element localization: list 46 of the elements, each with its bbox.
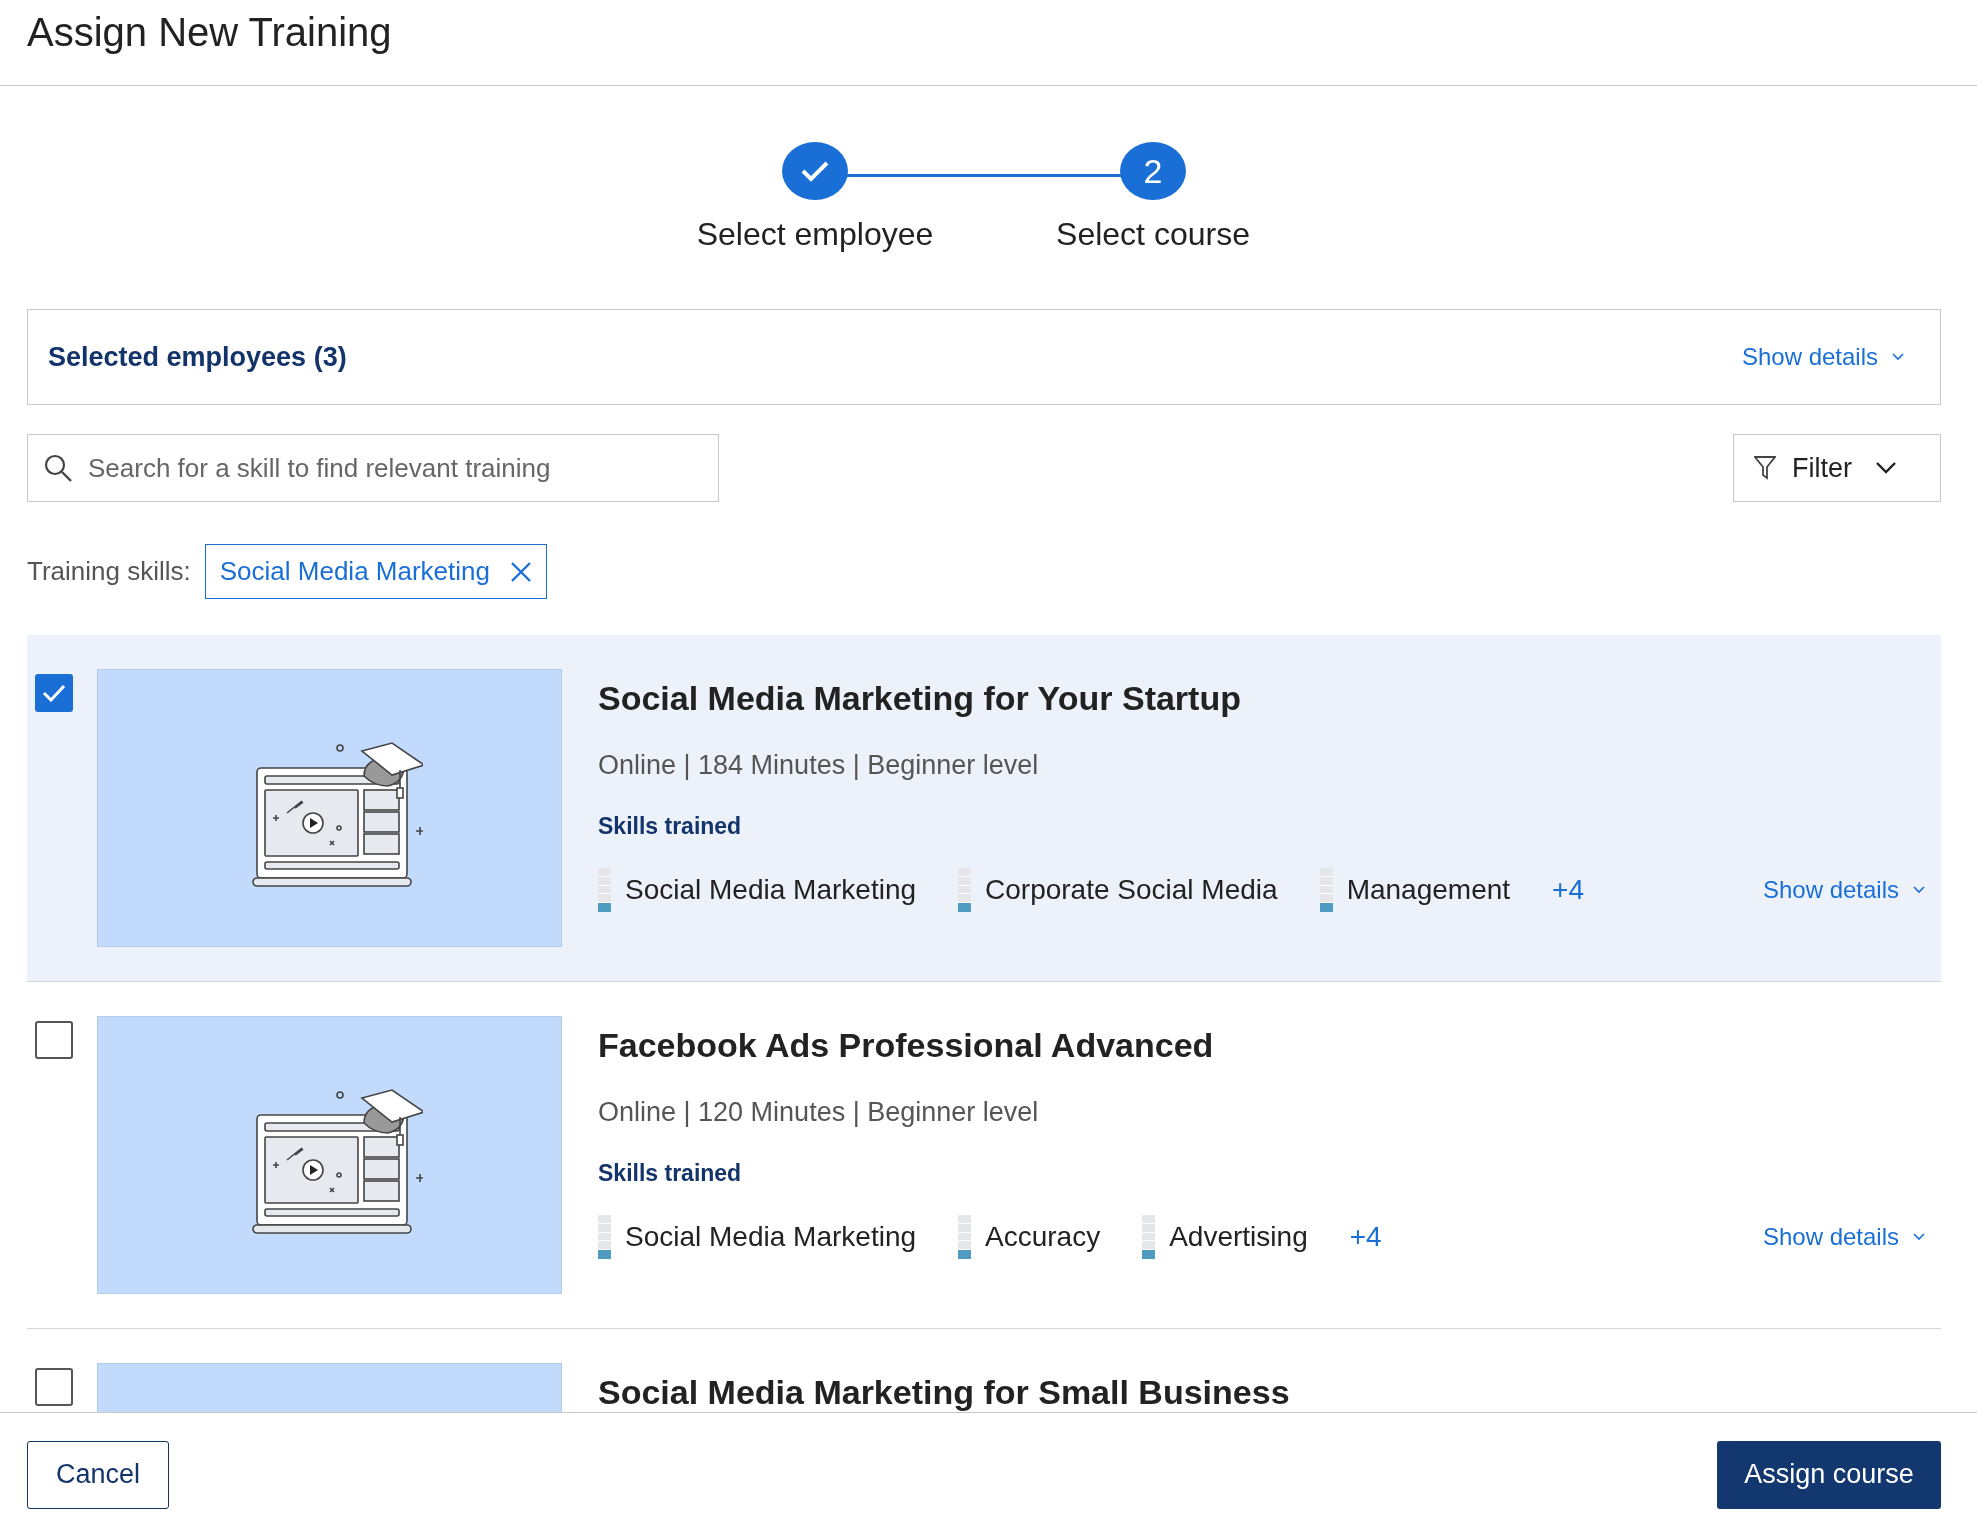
course-title: Facebook Ads Professional Advanced bbox=[598, 1026, 1215, 1065]
filter-icon bbox=[1754, 456, 1776, 480]
search-field[interactable]: Search for a skill to find relevant training bbox=[27, 434, 719, 502]
show-details-link[interactable]: Show details bbox=[1762, 1223, 1941, 1251]
skill-name: Management bbox=[1346, 874, 1511, 906]
skill-level-meter bbox=[1142, 1215, 1156, 1259]
course-meta: Online | 120 Minutes | Beginner level bbox=[598, 1097, 1040, 1128]
dialog-title: Assign New Training bbox=[27, 9, 393, 56]
skill-level-meter bbox=[958, 1215, 972, 1259]
chevron-down-icon bbox=[1876, 462, 1896, 474]
cancel-button[interactable]: Cancel bbox=[27, 1440, 169, 1509]
course-meta: Online | 184 Minutes | Beginner level bbox=[598, 750, 1040, 781]
skills-heading: Skills trained bbox=[598, 1160, 743, 1187]
assign-course-button[interactable]: Assign course bbox=[1717, 1440, 1941, 1509]
skill-level-meter bbox=[958, 868, 972, 912]
show-details-link[interactable]: Show details bbox=[1741, 343, 1904, 371]
training-skills-label: Training skills: bbox=[27, 556, 191, 587]
filter-dropdown[interactable]: Filter bbox=[1733, 434, 1941, 502]
skill-level-meter bbox=[598, 868, 611, 912]
course-title: Social Media Marketing for Your Startup bbox=[598, 679, 1242, 718]
panel-title: Selected employees (3) bbox=[48, 341, 347, 373]
step-label: Select course bbox=[1056, 216, 1250, 253]
course-checkbox[interactable] bbox=[35, 1368, 73, 1406]
chevron-down-icon bbox=[1892, 353, 1904, 361]
skill-level-meter bbox=[1319, 868, 1333, 912]
step-number: 2 bbox=[1120, 142, 1186, 200]
close-icon[interactable] bbox=[510, 560, 532, 583]
skill-name: Accuracy bbox=[985, 1221, 1101, 1253]
skill-name: Corporate Social Media bbox=[985, 874, 1278, 906]
skills-heading: Skills trained bbox=[598, 813, 743, 840]
step-label: Select employee bbox=[696, 216, 934, 253]
more-skills-link[interactable]: +4 bbox=[1552, 874, 1584, 906]
skill-name: Advertising bbox=[1169, 1221, 1308, 1253]
chevron-down-icon bbox=[1913, 886, 1925, 894]
skill-chip: Social Media Marketing bbox=[204, 544, 547, 599]
skill-level-meter bbox=[598, 1215, 611, 1259]
search-icon bbox=[43, 453, 73, 483]
course-checkbox[interactable] bbox=[35, 674, 73, 712]
checkmark-icon bbox=[42, 684, 66, 702]
chevron-down-icon bbox=[1913, 1233, 1925, 1241]
course-checkbox[interactable] bbox=[35, 1021, 73, 1059]
skill-name: Social Media Marketing bbox=[625, 874, 917, 906]
more-skills-link[interactable]: +4 bbox=[1349, 1221, 1382, 1253]
course-title: Social Media Marketing for Small Business bbox=[598, 1373, 1291, 1412]
skill-name: Social Media Marketing bbox=[625, 1221, 917, 1253]
show-details-link[interactable]: Show details bbox=[1762, 876, 1941, 904]
